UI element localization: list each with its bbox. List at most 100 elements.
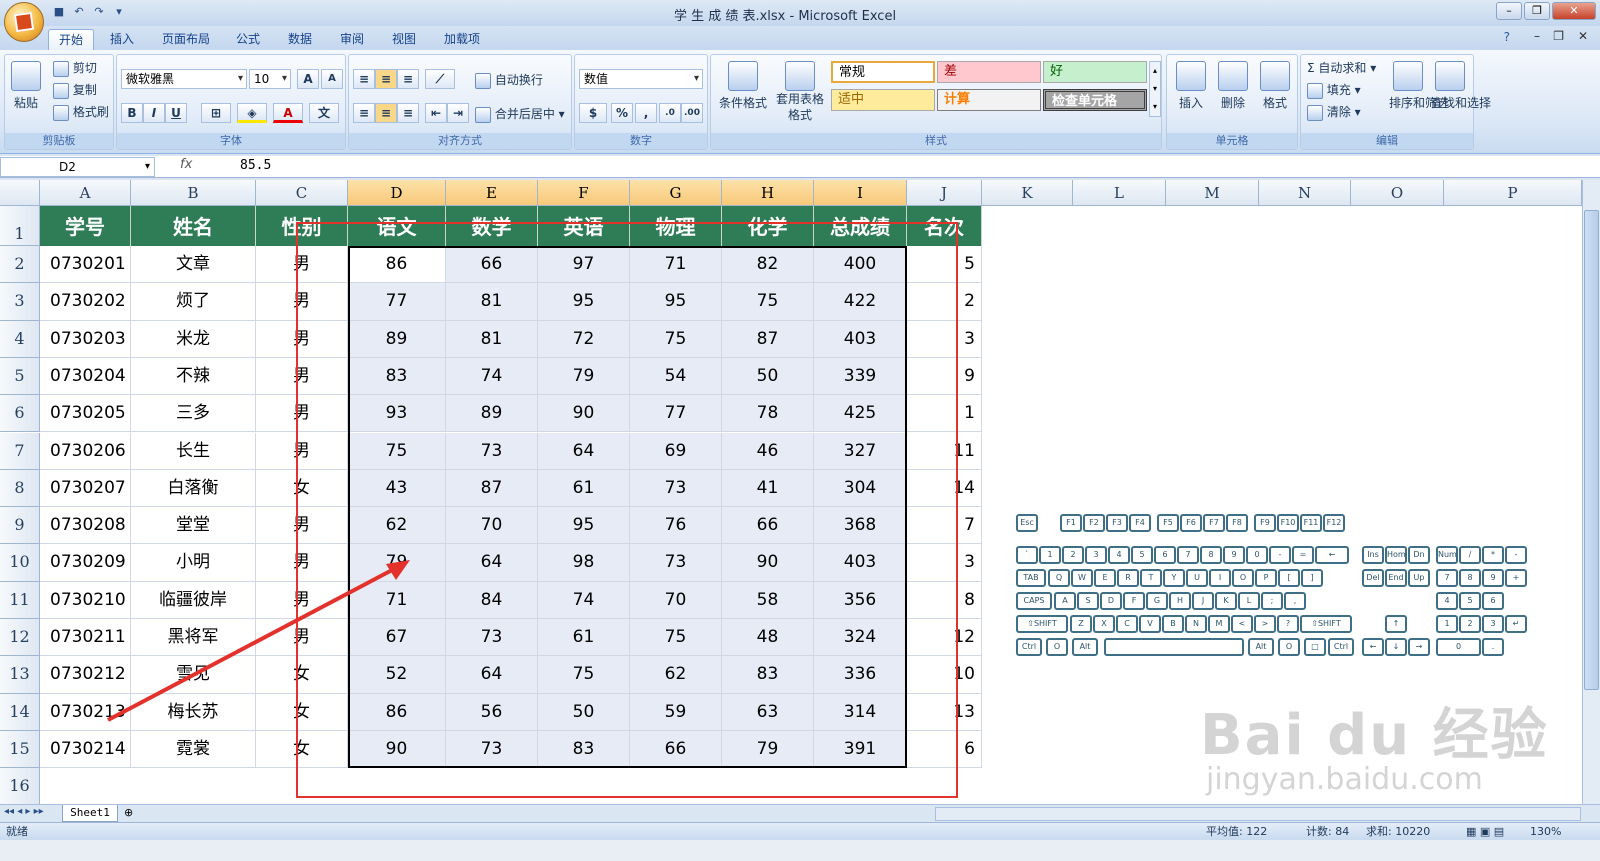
table-cell[interactable]: 90 (538, 395, 630, 433)
table-cell[interactable]: 12 (907, 619, 982, 657)
table-cell[interactable]: 男 (256, 320, 348, 358)
table-cell[interactable]: 0730208 (40, 507, 131, 545)
column-header-j[interactable]: J (907, 180, 982, 206)
grow-font-button[interactable]: A (297, 69, 319, 89)
table-cell[interactable]: 男 (256, 581, 348, 619)
table-cell[interactable]: 83 (538, 730, 630, 769)
table-cell[interactable]: 324 (814, 619, 907, 657)
header-cell[interactable]: 语文 (348, 206, 446, 246)
align-top-button[interactable]: ≡ (353, 69, 375, 89)
table-cell[interactable]: 62 (630, 656, 722, 694)
help-icon[interactable]: ? (1504, 30, 1510, 44)
column-header-h[interactable]: H (722, 180, 814, 206)
minimize-button[interactable]: – (1496, 2, 1522, 20)
column-header-o[interactable]: O (1351, 180, 1444, 206)
table-cell[interactable]: 男 (256, 283, 348, 321)
table-cell[interactable]: 70 (446, 507, 538, 545)
table-cell[interactable]: 56 (446, 693, 538, 731)
table-cell[interactable]: 75 (630, 320, 722, 358)
header-cell[interactable]: 性别 (256, 206, 348, 246)
border-button[interactable]: ⊞ (201, 103, 231, 123)
table-cell[interactable]: 63 (722, 693, 814, 731)
table-cell[interactable]: 0730203 (40, 320, 131, 358)
table-cell[interactable]: 文章 (131, 246, 256, 284)
table-cell[interactable]: 64 (538, 432, 630, 470)
vertical-scrollbar[interactable] (1582, 180, 1600, 804)
table-cell[interactable]: 425 (814, 395, 907, 433)
tab-data[interactable]: 数据 (278, 29, 322, 50)
table-cell[interactable]: 0730202 (40, 283, 131, 321)
table-cell[interactable]: 13 (907, 693, 982, 731)
table-cell[interactable]: 男 (256, 395, 348, 433)
table-cell[interactable]: 梅长苏 (131, 693, 256, 731)
table-cell[interactable]: 90 (348, 730, 446, 769)
table-cell[interactable]: 临疆彼岸 (131, 581, 256, 619)
cut-button[interactable]: 剪切 (53, 59, 97, 77)
table-cell[interactable]: 79 (722, 730, 814, 769)
column-header-e[interactable]: E (446, 180, 538, 206)
table-cell[interactable]: 0730204 (40, 357, 131, 396)
table-cell[interactable]: 不辣 (131, 357, 256, 396)
table-cell[interactable]: 3 (907, 320, 982, 358)
table-cell[interactable]: 0730212 (40, 656, 131, 694)
table-cell[interactable]: 339 (814, 357, 907, 396)
table-cell[interactable]: 女 (256, 730, 348, 769)
fill-color-button[interactable]: ◈ (237, 103, 267, 123)
table-cell[interactable]: 76 (630, 507, 722, 545)
table-cell[interactable]: 66 (722, 507, 814, 545)
table-cell[interactable]: 422 (814, 283, 907, 321)
table-cell[interactable]: 0730206 (40, 432, 131, 470)
table-cell[interactable]: 73 (446, 730, 538, 769)
table-cell[interactable]: 83 (722, 656, 814, 694)
row-header-7[interactable]: 7 (0, 432, 40, 470)
table-cell[interactable]: 71 (630, 246, 722, 284)
table-cell[interactable]: 54 (630, 357, 722, 396)
column-header-p[interactable]: P (1444, 180, 1582, 206)
row-header-9[interactable]: 9 (0, 507, 40, 545)
restore-button[interactable]: ❐ (1524, 2, 1550, 20)
table-cell[interactable]: 89 (348, 320, 446, 358)
table-cell[interactable]: 三多 (131, 395, 256, 433)
table-cell[interactable]: 男 (256, 357, 348, 396)
header-cell[interactable]: 物理 (630, 206, 722, 246)
phonetic-button[interactable]: 文 (309, 103, 339, 123)
find-select-button[interactable]: 查找和选择 (1431, 61, 1491, 111)
font-name-combo[interactable]: 微软雅黑 (121, 69, 247, 89)
table-cell[interactable]: 77 (348, 283, 446, 321)
tab-addins[interactable]: 加载项 (434, 29, 490, 50)
table-cell[interactable]: 5 (907, 246, 982, 284)
table-cell[interactable]: 女 (256, 656, 348, 694)
align-center-button[interactable]: ≡ (375, 103, 397, 123)
row-header-8[interactable]: 8 (0, 469, 40, 508)
row-header-16[interactable]: 16 (0, 768, 40, 804)
column-header-g[interactable]: G (630, 180, 722, 206)
column-header-m[interactable]: M (1166, 180, 1259, 206)
style-good[interactable]: 好 (1043, 61, 1147, 83)
column-header-c[interactable]: C (256, 180, 348, 206)
table-cell[interactable]: 87 (446, 469, 538, 508)
doc-restore-icon[interactable]: ❐ (1553, 29, 1564, 43)
header-cell[interactable]: 名次 (907, 206, 982, 246)
header-cell[interactable]: 化学 (722, 206, 814, 246)
table-cell[interactable]: 0730207 (40, 469, 131, 508)
table-cell[interactable]: 86 (348, 693, 446, 731)
table-cell[interactable]: 71 (348, 581, 446, 619)
table-cell[interactable]: 83 (348, 357, 446, 396)
column-header-b[interactable]: B (131, 180, 256, 206)
table-cell[interactable]: 72 (538, 320, 630, 358)
table-cell[interactable]: 75 (348, 432, 446, 470)
currency-button[interactable]: $ (579, 103, 607, 123)
sheet-nav-arrows-icon[interactable]: ◂◂ ◂ ▸ ▸▸ (4, 806, 44, 817)
row-header-3[interactable]: 3 (0, 283, 40, 321)
row-header-5[interactable]: 5 (0, 357, 40, 396)
table-cell[interactable]: 43 (348, 469, 446, 508)
row-header-14[interactable]: 14 (0, 693, 40, 731)
table-cell[interactable]: 男 (256, 507, 348, 545)
table-cell[interactable]: 89 (446, 395, 538, 433)
table-cell[interactable]: 97 (538, 246, 630, 284)
row-header-6[interactable]: 6 (0, 395, 40, 433)
table-cell[interactable]: 93 (348, 395, 446, 433)
table-cell[interactable]: 368 (814, 507, 907, 545)
merge-center-button[interactable]: 合并后居中 ▾ (475, 105, 565, 123)
table-cell[interactable]: 雪见 (131, 656, 256, 694)
